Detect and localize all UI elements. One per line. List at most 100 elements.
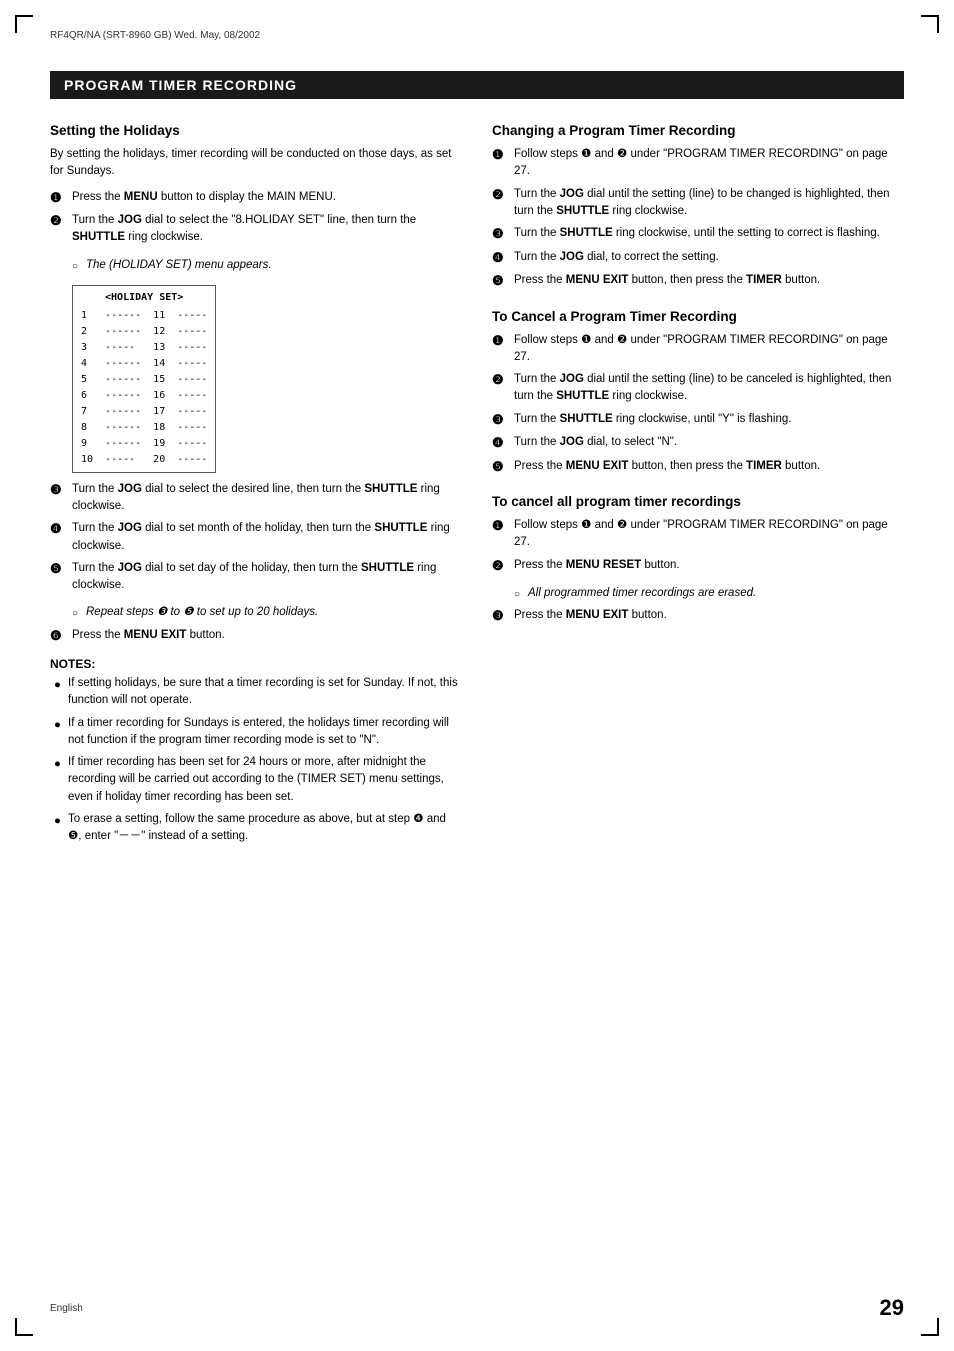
ht-cell: ------ <box>105 436 141 452</box>
step-num: ❷ <box>492 370 514 390</box>
step-num: ❹ <box>492 433 514 453</box>
cancel-all-step3-list: ❸ Press the MENU EXIT button. <box>492 607 904 626</box>
step-num-1: ❶ <box>50 188 72 208</box>
step-num-3: ❸ <box>50 480 72 500</box>
note-bullet: ● <box>54 756 68 773</box>
step-item: ❷ Turn the JOG dial until the setting (l… <box>492 371 904 406</box>
corner-tr <box>921 15 939 33</box>
note-text-3: If timer recording has been set for 24 h… <box>68 754 462 806</box>
page-container: RF4QR/NA (SRT-8960 GB) Wed. May, 08/2002… <box>0 0 954 1351</box>
step-num: ❸ <box>492 606 514 626</box>
ht-cell: 10 <box>81 452 93 468</box>
step-text: Press the MENU EXIT button, then press t… <box>514 458 904 475</box>
step-text-4: Turn the JOG dial to set month of the ho… <box>72 520 462 555</box>
circle-bullet-3: ○ <box>514 587 528 602</box>
ht-cell: 18 <box>153 420 165 436</box>
step-item: ❸ Turn the JOG dial to select the desire… <box>50 481 462 516</box>
step-text-2: Turn the JOG dial to select the "8.HOLID… <box>72 212 462 247</box>
circle-bullet-2: ○ <box>72 606 86 621</box>
section-setting-holidays-title: Setting the Holidays <box>50 123 462 138</box>
step-text: Follow steps ❶ and ❷ under "PROGRAM TIME… <box>514 146 904 181</box>
note-text-1: If setting holidays, be sure that a time… <box>68 675 462 710</box>
corner-tl <box>15 15 33 33</box>
corner-br <box>921 1318 939 1336</box>
ht-cell: ------ <box>105 308 141 324</box>
step-num-6: ❻ <box>50 626 72 646</box>
step-num: ❶ <box>492 145 514 165</box>
right-section-3: To cancel all program timer recordings ❶… <box>492 494 904 626</box>
cancel-all-sub-note: ○ All programmed timer recordings are er… <box>514 585 904 602</box>
step-text: Follow steps ❶ and ❷ under "PROGRAM TIME… <box>514 517 904 552</box>
ht-cell: ----- <box>177 308 207 324</box>
step-text: Follow steps ❶ and ❷ under "PROGRAM TIME… <box>514 332 904 367</box>
step-text-5: Turn the JOG dial to set day of the holi… <box>72 560 462 595</box>
note-text-2: If a timer recording for Sundays is ente… <box>68 715 462 750</box>
ht-cell: ------ <box>105 372 141 388</box>
ht-cell: 5 <box>81 372 93 388</box>
ht-cell: ----- <box>177 404 207 420</box>
holiday-table-title: <HOLIDAY SET> <box>81 290 207 306</box>
ht-cell: ----- <box>177 420 207 436</box>
step-num: ❺ <box>492 457 514 477</box>
left-column: Setting the Holidays By setting the holi… <box>50 119 462 850</box>
ht-cell: ----- <box>177 436 207 452</box>
step-item: ❹ Turn the JOG dial, to correct the sett… <box>492 249 904 268</box>
footer-language: English <box>50 1303 83 1314</box>
section-cancel-all-title: To cancel all program timer recordings <box>492 494 904 509</box>
repeat-note-item: ○ Repeat steps ❸ to ❺ to set up to 20 ho… <box>72 604 462 621</box>
steps-list-2: ❸ Turn the JOG dial to select the desire… <box>50 481 462 595</box>
note-item: ● If setting holidays, be sure that a ti… <box>50 675 462 710</box>
ht-cell: ------ <box>105 388 141 404</box>
ht-cell: 11 <box>153 308 165 324</box>
ht-cell: ----- <box>105 340 141 356</box>
step-num: ❶ <box>492 516 514 536</box>
repeat-note-text: Repeat steps ❸ to ❺ to set up to 20 holi… <box>86 604 318 621</box>
step-num: ❷ <box>492 185 514 205</box>
ht-cell: ------ <box>105 324 141 340</box>
changing-steps-list: ❶ Follow steps ❶ and ❷ under "PROGRAM TI… <box>492 146 904 291</box>
step-text: Turn the SHUTTLE ring clockwise, until t… <box>514 225 904 242</box>
steps-list-3: ❻ Press the MENU EXIT button. <box>50 627 462 646</box>
section-changing-title: Changing a Program Timer Recording <box>492 123 904 138</box>
notes-title: NOTES: <box>50 657 462 671</box>
step-item: ❸ Turn the SHUTTLE ring clockwise, until… <box>492 225 904 244</box>
holiday-grid: 1 ------ 11 ----- 2 ------ 12 ----- 3 --… <box>81 308 207 468</box>
holiday-set-table: <HOLIDAY SET> 1 ------ 11 ----- 2 ------… <box>72 285 216 473</box>
step-text-3: Turn the JOG dial to select the desired … <box>72 481 462 516</box>
two-col-layout: Setting the Holidays By setting the holi… <box>50 119 904 850</box>
step-num-5: ❺ <box>50 559 72 579</box>
cancel-steps-list: ❶ Follow steps ❶ and ❷ under "PROGRAM TI… <box>492 332 904 477</box>
cancel-all-sub-text: All programmed timer recordings are eras… <box>528 585 756 602</box>
corner-bl <box>15 1318 33 1336</box>
ht-cell: ------ <box>105 356 141 372</box>
circle-bullet: ○ <box>72 259 86 274</box>
ht-cell: 7 <box>81 404 93 420</box>
cancel-all-steps-list: ❶ Follow steps ❶ and ❷ under "PROGRAM TI… <box>492 517 904 575</box>
step-item: ❹ Turn the JOG dial, to select "N". <box>492 434 904 453</box>
ht-cell: 19 <box>153 436 165 452</box>
ht-cell: ------ <box>105 404 141 420</box>
right-section-2: To Cancel a Program Timer Recording ❶ Fo… <box>492 309 904 477</box>
footer-page-number: 29 <box>880 1295 904 1321</box>
step-num: ❶ <box>492 331 514 351</box>
steps-list-1: ❶ Press the MENU button to display the M… <box>50 189 462 247</box>
step-text-6: Press the MENU EXIT button. <box>72 627 462 644</box>
right-column: Changing a Program Timer Recording ❶ Fol… <box>492 119 904 644</box>
note-text-4: To erase a setting, follow the same proc… <box>68 811 462 846</box>
step-num: ❸ <box>492 224 514 244</box>
step-item: ❶ Press the MENU button to display the M… <box>50 189 462 208</box>
ht-cell: 12 <box>153 324 165 340</box>
ht-cell: 9 <box>81 436 93 452</box>
title-bar: PROGRAM TIMER RECORDING <box>50 71 904 99</box>
note-bullet: ● <box>54 677 68 694</box>
ht-cell: 4 <box>81 356 93 372</box>
ht-cell: ----- <box>177 324 207 340</box>
step-item: ❶ Follow steps ❶ and ❷ under "PROGRAM TI… <box>492 517 904 552</box>
holiday-set-sub: ○ The (HOLIDAY SET) menu appears. <box>72 257 462 274</box>
ht-cell: 17 <box>153 404 165 420</box>
step-item: ❺ Press the MENU EXIT button, then press… <box>492 458 904 477</box>
step-item: ❷ Press the MENU RESET button. <box>492 557 904 576</box>
section-cancel-title: To Cancel a Program Timer Recording <box>492 309 904 324</box>
note-item: ● If a timer recording for Sundays is en… <box>50 715 462 750</box>
ht-cell: 3 <box>81 340 93 356</box>
